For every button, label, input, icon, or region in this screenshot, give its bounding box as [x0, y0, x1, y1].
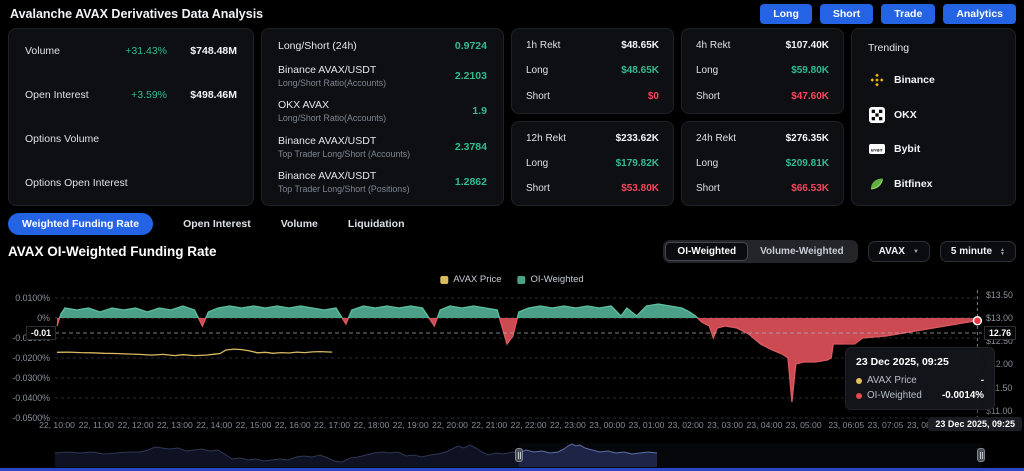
tab-open-interest[interactable]: Open Interest [183, 218, 251, 230]
analytics-button[interactable]: Analytics [943, 4, 1016, 24]
rekt-12h-card: 12h Rekt$233.62K Long$179.82K Short$53.8… [511, 121, 674, 207]
symbol-select[interactable]: AVAX ▼ [868, 241, 930, 262]
stat-row-open-interest: Open Interest +3.59% $498.46M [25, 89, 237, 101]
price-dot-icon [856, 378, 862, 384]
binance-icon [868, 72, 885, 89]
header-actions: Long Short Trade Analytics [760, 4, 1016, 24]
toggle-volume-weighted[interactable]: Volume-Weighted [748, 242, 856, 261]
tooltip-row-funding: OI-Weighted -0.0014% [856, 390, 984, 401]
summary-cards: Volume +31.43% $748.48M Open Interest +3… [8, 28, 1016, 206]
chart-title: AVAX OI-Weighted Funding Rate [8, 244, 217, 259]
tooltip-date: 23 Dec 2025, 09:25 [856, 356, 984, 368]
trending-item-binance[interactable]: Binance [868, 72, 999, 89]
crosshair-left-label: -0.01 [26, 326, 56, 340]
trade-button[interactable]: Trade [881, 4, 935, 24]
chevron-down-icon: ▼ [913, 249, 919, 255]
trending-item-bitfinex[interactable]: Bitfinex [868, 175, 999, 192]
rekt-column-2: 4h Rekt$107.40K Long$59.80K Short$47.60K… [681, 28, 844, 206]
oi-value: $498.46M [179, 89, 237, 101]
tooltip-row-price: AVAX Price - [856, 375, 984, 386]
stat-row-options-open-interest: Options Open Interest [25, 177, 237, 189]
chart-controls: OI-Weighted Volume-Weighted AVAX ▼ 5 min… [663, 240, 1016, 263]
rekt-1h-card: 1h Rekt$48.65K Long$48.65K Short$0 [511, 28, 674, 114]
tab-volume[interactable]: Volume [281, 218, 318, 230]
chart-legend: AVAX Price OI-Weighted [440, 274, 583, 285]
ratio-row: Long/Short (24h) 0.9724 [278, 40, 487, 52]
rekt-4h-card: 4h Rekt$107.40K Long$59.80K Short$47.60K [681, 28, 844, 114]
avax-derivatives-dashboard: Avalanche AVAX Derivatives Data Analysis… [0, 0, 1024, 471]
okx-icon [868, 106, 885, 123]
ratio-row: OKX AVAX Long/Short Ratio(Accounts) 1.9 [278, 99, 487, 123]
long-button[interactable]: Long [760, 4, 812, 24]
bybit-icon: BYBIT [868, 141, 885, 158]
svg-text:BYBIT: BYBIT [871, 147, 884, 152]
volume-value: $748.48M [179, 45, 237, 57]
toggle-oi-weighted[interactable]: OI-Weighted [665, 242, 748, 261]
avax-price-swatch [440, 276, 448, 284]
chart-tabs: Weighted Funding Rate Open Interest Volu… [8, 212, 404, 236]
spinner-icon: ▲▼ [1000, 248, 1005, 256]
tab-weighted-funding-rate[interactable]: Weighted Funding Rate [8, 213, 153, 235]
funding-dot-icon [856, 393, 862, 399]
legend-avax-price[interactable]: AVAX Price [440, 274, 501, 285]
rekt-24h-card: 24h Rekt$276.35K Long$209.81K Short$66.5… [681, 121, 844, 207]
market-stats-card: Volume +31.43% $748.48M Open Interest +3… [8, 28, 254, 206]
stat-row-volume: Volume +31.43% $748.48M [25, 45, 237, 57]
page-title: Avalanche AVAX Derivatives Data Analysis [10, 7, 263, 21]
tab-liquidation[interactable]: Liquidation [348, 218, 405, 230]
trending-item-bybit[interactable]: BYBIT Bybit [868, 141, 999, 158]
oi-weighted-swatch [518, 276, 526, 284]
interval-select[interactable]: 5 minute ▲▼ [940, 241, 1016, 262]
bitfinex-icon [868, 175, 885, 192]
chart-tooltip: 23 Dec 2025, 09:25 AVAX Price - OI-Weigh… [845, 347, 995, 410]
navigator-right-handle[interactable] [977, 448, 985, 462]
rekt-column-1: 1h Rekt$48.65K Long$48.65K Short$0 12h R… [511, 28, 674, 206]
trending-card: Trending Binance OKX [851, 28, 1016, 206]
navigator-left-handle[interactable] [515, 448, 523, 462]
crosshair-time-label: 23 Dec 2025, 09:25 [928, 417, 1022, 431]
legend-oi-weighted[interactable]: OI-Weighted [518, 274, 584, 285]
trending-item-okx[interactable]: OKX [868, 106, 999, 123]
ratio-row: Binance AVAX/USDT Top Trader Long/Short … [278, 135, 487, 159]
long-short-ratios-card: Long/Short (24h) 0.9724 Binance AVAX/USD… [261, 28, 504, 206]
ratio-row: Binance AVAX/USDT Long/Short Ratio(Accou… [278, 64, 487, 88]
stat-row-options-volume: Options Volume [25, 133, 237, 145]
oi-change: +3.59% [131, 89, 167, 101]
short-button[interactable]: Short [820, 4, 873, 24]
weighting-toggle: OI-Weighted Volume-Weighted [663, 240, 857, 263]
ratio-row: Binance AVAX/USDT Top Trader Long/Short … [278, 170, 487, 194]
volume-change: +31.43% [125, 45, 167, 57]
crosshair-right-label: 12.76 [984, 326, 1016, 340]
trending-title: Trending [868, 42, 999, 54]
